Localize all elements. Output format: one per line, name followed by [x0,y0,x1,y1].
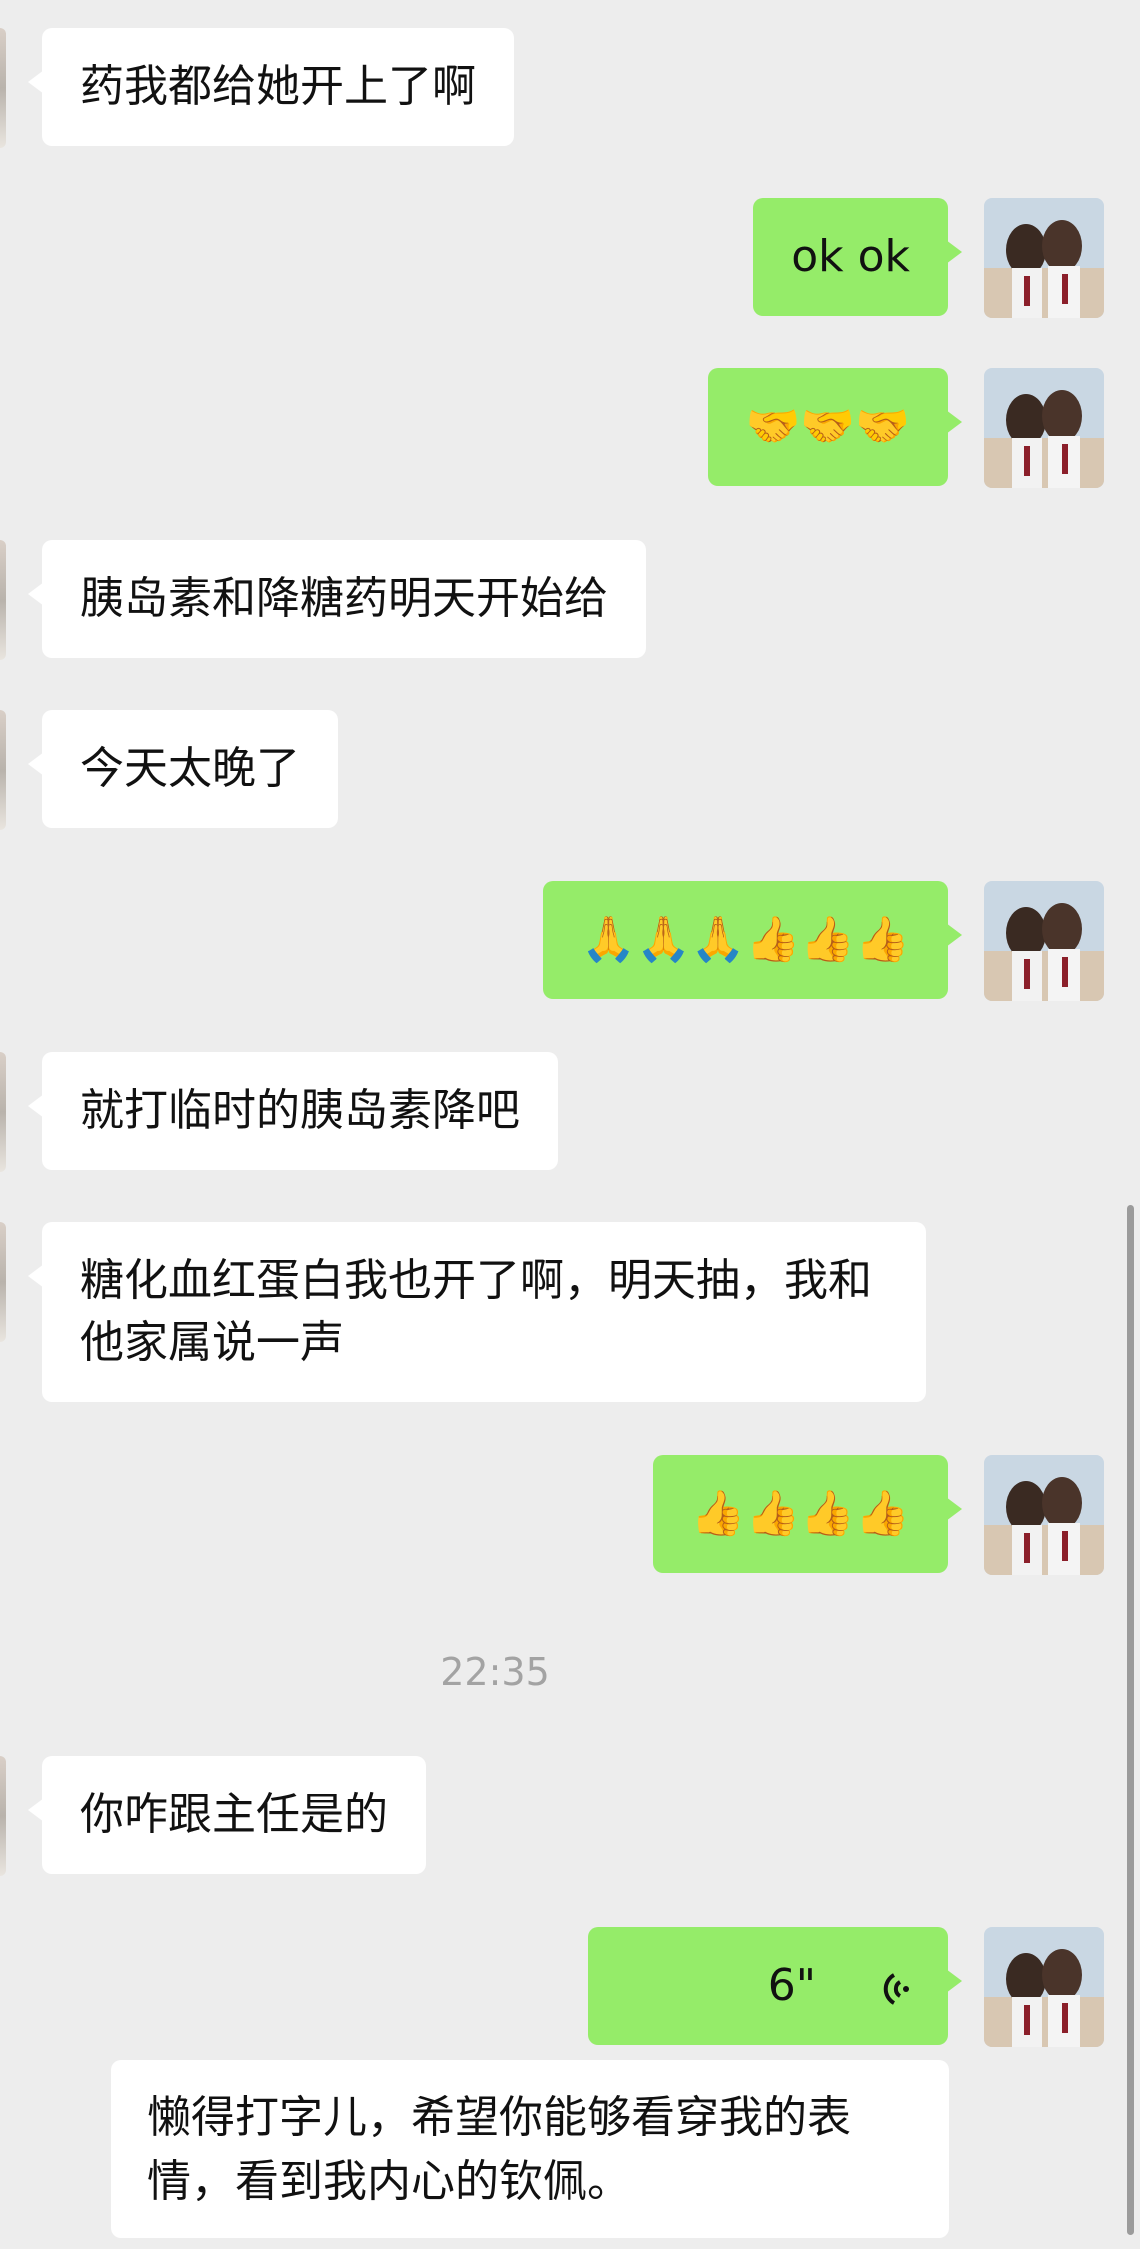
outgoing-message[interactable]: 👍👍👍👍 [652,1455,963,1573]
user-avatar[interactable] [984,1455,1104,1575]
outgoing-message[interactable]: ok ok [753,198,962,316]
avatar-photo-icon [984,368,1104,488]
contact-avatar-edge[interactable] [0,1222,6,1342]
caption-box: 懒得打字儿，希望你能够看穿我的表情，看到我内心的钦佩。 [111,2060,949,2238]
outgoing-message[interactable]: 🤝🤝🤝 [707,368,963,486]
scrollbar[interactable] [1127,1205,1134,2235]
incoming-message[interactable]: 糖化血红蛋白我也开了啊，明天抽，我和他家属说一声 [28,1222,926,1402]
user-avatar[interactable] [984,1927,1104,2047]
incoming-message[interactable]: 你咋跟主任是的 [28,1756,426,1874]
voice-message[interactable]: 6" [588,1927,962,2045]
incoming-message[interactable]: 就打临时的胰岛素降吧 [28,1052,558,1170]
message-text: ok ok [791,231,910,282]
avatar-photo-icon [984,198,1104,318]
user-avatar[interactable] [984,198,1104,318]
message-text: 胰岛素和降糖药明天开始给 [80,573,608,624]
incoming-message[interactable]: 药我都给她开上了啊 [28,28,514,146]
chat-timestamp: 22:35 [440,1650,550,1694]
message-text: 今天太晚了 [80,743,300,794]
message-text: 你咋跟主任是的 [80,1789,388,1840]
message-text: 糖化血红蛋白我也开了啊，明天抽，我和他家属说一声 [80,1255,872,1368]
message-emoji: 🙏🙏🙏👍👍👍 [581,914,910,965]
avatar-photo-icon [984,1927,1104,2047]
incoming-message[interactable]: 胰岛素和降糖药明天开始给 [28,540,646,658]
message-emoji: 👍👍👍👍 [690,1488,910,1539]
voice-duration: 6" [767,1960,816,2011]
message-text: 药我都给她开上了啊 [80,61,476,112]
avatar-photo-icon [984,881,1104,1001]
contact-avatar-edge[interactable] [0,1756,6,1876]
user-avatar[interactable] [984,881,1104,1001]
contact-avatar-edge[interactable] [0,1052,6,1172]
voice-wave-icon [880,1956,910,2018]
avatar-photo-icon [984,1455,1104,1575]
user-avatar[interactable] [984,368,1104,488]
contact-avatar-edge[interactable] [0,540,6,660]
incoming-message[interactable]: 今天太晚了 [28,710,338,828]
contact-avatar-edge[interactable] [0,28,6,148]
message-emoji: 🤝🤝🤝 [745,401,910,452]
message-text: 就打临时的胰岛素降吧 [80,1085,520,1136]
caption-text: 懒得打字儿，希望你能够看穿我的表情，看到我内心的钦佩。 [147,2092,851,2207]
contact-avatar-edge[interactable] [0,710,6,830]
outgoing-message[interactable]: 🙏🙏🙏👍👍👍 [543,881,962,999]
